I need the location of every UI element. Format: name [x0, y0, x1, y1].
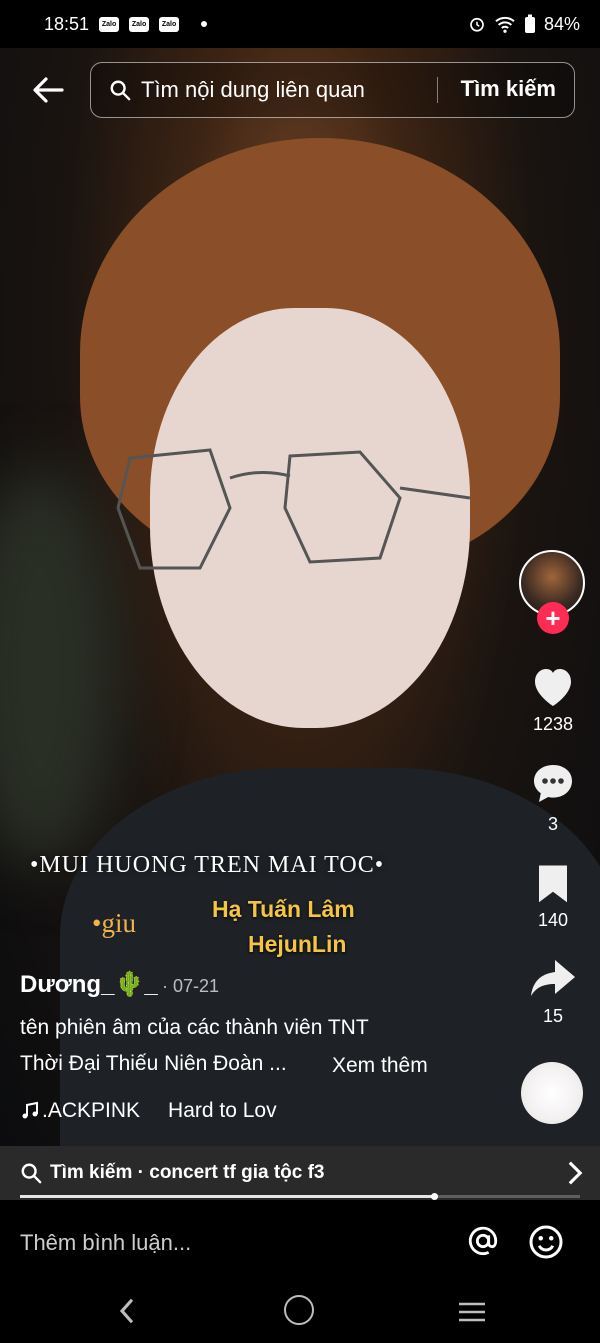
alarm-icon: [470, 17, 484, 32]
save-button[interactable]: 140: [522, 862, 584, 931]
see-more-link[interactable]: Xem thêm: [332, 1054, 428, 1078]
battery-icon: [524, 14, 535, 33]
search-divider: [437, 77, 438, 103]
battery-level: 84%: [543, 13, 580, 34]
video-overlay-title: •MUI HUONG TREN MAI TOC•: [30, 852, 385, 878]
mention-icon[interactable]: [466, 1224, 500, 1258]
emoji-icon[interactable]: [528, 1224, 564, 1260]
heart-icon: [535, 669, 571, 706]
more-notifications-dot: [201, 21, 208, 27]
author-name[interactable]: Dương_🌵_: [20, 970, 158, 999]
back-button[interactable]: [28, 70, 68, 110]
zalo-notification-icon: Zalo: [129, 16, 150, 32]
music-info[interactable]: .ACKPINK Hard to Lov: [20, 1099, 277, 1123]
search-icon: [110, 80, 131, 101]
search-query: Tìm nội dung liên quan: [141, 77, 365, 102]
search-button[interactable]: Tìm kiếm: [461, 76, 556, 102]
zalo-notification-icon: Zalo: [99, 16, 120, 32]
video-progress-bar[interactable]: [20, 1193, 580, 1200]
search-icon: [21, 1163, 42, 1184]
zalo-notification-icon: Zalo: [159, 16, 180, 32]
chevron-right-icon: [568, 1161, 583, 1185]
nav-home-icon[interactable]: [284, 1295, 314, 1325]
like-button[interactable]: 1238: [522, 664, 584, 735]
glasses-drawing: [116, 448, 471, 570]
share-arrow-icon: [531, 960, 575, 996]
music-title: Hard to Lov: [168, 1099, 277, 1122]
creator-avatar[interactable]: +: [519, 550, 587, 634]
arrow-left-icon: [33, 77, 64, 103]
music-artist: .ACKPINK: [42, 1099, 141, 1122]
caption-line-1: tên phiên âm của các thành viên TNT: [20, 1016, 369, 1039]
like-count: 1238: [532, 714, 574, 734]
nav-back-icon[interactable]: [114, 1296, 140, 1326]
video-overlay-name-vn: Hạ Tuấn Lâm: [212, 896, 355, 922]
status-time: 18:51: [44, 13, 90, 34]
share-count: 15: [542, 1006, 564, 1026]
follow-plus-button[interactable]: +: [537, 602, 569, 634]
video-overlay-name-en: HejunLin: [248, 931, 347, 957]
wifi-icon: [495, 16, 515, 33]
nav-recents-icon[interactable]: [457, 1300, 487, 1324]
share-button[interactable]: 15: [522, 956, 584, 1027]
related-search-strip[interactable]: Tìm kiếm · concert tf gia tộc f3: [0, 1146, 600, 1200]
video-progress-fill: [20, 1195, 435, 1198]
music-disc-button[interactable]: [521, 1062, 583, 1124]
caption-line-2: Thời Đại Thiếu Niên Đoàn ...: [20, 1052, 287, 1075]
post-date: · 07-21: [162, 976, 220, 996]
music-note-icon: [22, 1101, 38, 1119]
system-nav-bar: [0, 1282, 600, 1343]
comment-bar: Thêm bình luận...: [0, 1200, 600, 1282]
status-bar: 18:51 Zalo Zalo Zalo 84%: [0, 0, 600, 48]
bookmark-icon: [539, 865, 567, 903]
comment-input[interactable]: Thêm bình luận...: [20, 1230, 191, 1256]
related-search-bar[interactable]: Tìm nội dung liên quan Tìm kiếm: [90, 62, 575, 118]
comment-bubble-icon: [534, 765, 572, 802]
comment-count: 3: [547, 814, 558, 834]
video-overlay-tag: •giu: [92, 908, 136, 938]
related-search-label: Tìm kiếm · concert tf gia tộc f3: [50, 1162, 325, 1183]
save-count: 140: [537, 910, 569, 930]
comment-button[interactable]: 3: [522, 760, 584, 835]
